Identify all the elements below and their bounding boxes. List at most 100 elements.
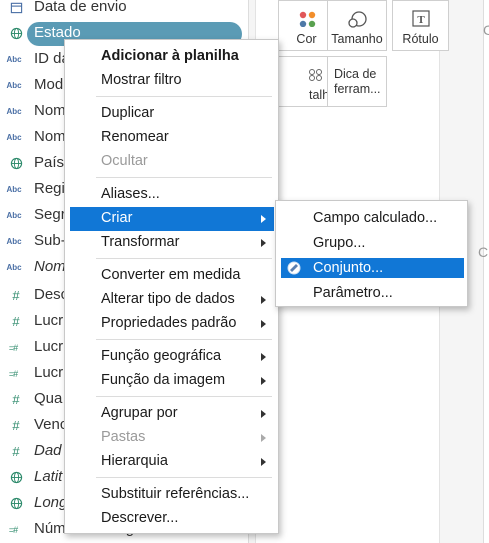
menu-item-ocultar: Ocultar [70,150,274,174]
submenu-arrow-icon [261,353,266,361]
menu-separator [96,177,272,178]
menu-item-label: Criar [101,210,133,226]
submenu-item-campo-calculado[interactable]: Campo calculado... [281,208,464,228]
size-mark-button[interactable]: Tamanho [327,0,387,51]
label-mark-button[interactable]: T Rótulo [392,0,449,51]
menu-item-label: Substituir referências... [101,486,250,502]
menu-item-label: Ocultar [101,153,148,169]
menu-item-descrever[interactable]: Descrever... [70,507,274,531]
globe-icon [8,496,24,512]
tooltip-mark-button[interactable]: Dica de ferram... [327,56,387,107]
field-name: Latit [34,468,63,485]
field-name: Sub- [34,232,66,249]
calc-icon: =# [8,525,18,535]
color-mark-label: Cor [296,32,317,46]
globe-icon [8,26,24,42]
submenu-item-label: Conjunto... [313,260,384,276]
menu-item-funcao-geografica[interactable]: Função geográfica [70,345,274,369]
field-name: Long [34,494,68,511]
abc-icon: Abc [6,263,22,272]
submenu-arrow-icon [261,458,266,466]
field-name: Lucr [34,364,64,381]
submenu-arrow-icon [261,320,266,328]
menu-item-label: Propriedades padrão [101,315,237,331]
field-name: Lucr [34,312,64,329]
field-name: Venc [34,416,68,433]
menu-item-label: Mostrar filtro [101,72,182,88]
field-name: Segr [34,206,66,223]
menu-item-substituir-referencias[interactable]: Substituir referências... [70,483,274,507]
menu-item-hierarquia[interactable]: Hierarquia [70,450,274,474]
field-context-menu: Adicionar à planilha Mostrar filtro Duplic… [64,39,279,534]
abc-icon: Abc [6,81,22,90]
field-name: Qua [34,390,63,407]
menu-item-renomear[interactable]: Renomear [70,126,274,150]
hash-icon: # [12,288,20,303]
menu-item-label: Função da imagem [101,372,226,388]
abc-icon: Abc [6,211,22,220]
menu-item-label: Transformar [101,234,180,250]
menu-separator [96,96,272,97]
field-name: Regi [34,180,65,197]
menu-item-duplicar[interactable]: Duplicar [70,102,274,126]
field-name: Nom [34,258,66,275]
menu-item-adicionar-a-planilha[interactable]: Adicionar à planilha [70,45,274,69]
size-icon [328,7,386,28]
submenu-item-parametro[interactable]: Parâmetro... [281,283,464,303]
menu-item-pastas: Pastas [70,426,274,450]
globe-icon [8,156,24,172]
menu-item-label: Adicionar à planilha [101,48,239,64]
menu-item-label: Pastas [101,429,146,445]
menu-item-propriedades-padrao[interactable]: Propriedades padrão [70,312,274,336]
submenu-item-label: Parâmetro... [313,285,393,301]
submenu-arrow-icon [261,410,266,418]
field-name: Dad [34,442,62,459]
menu-item-criar[interactable]: Criar [70,207,274,231]
menu-item-label: Descrever... [101,510,179,526]
menu-item-label: Renomear [101,129,169,145]
menu-item-mostrar-filtro[interactable]: Mostrar filtro [70,69,274,93]
abc-icon: Abc [6,107,22,116]
field-row[interactable]: Data de envio [0,0,248,21]
submenu-arrow-icon [261,215,266,223]
field-name: Mod [34,76,64,93]
svg-text:T: T [417,14,425,26]
label-mark-label: Rótulo [402,32,439,46]
color-dots-icon [279,7,334,28]
calc-icon: =# [8,343,18,353]
hash-icon: # [12,444,20,459]
menu-item-alterar-tipo-de-dados[interactable]: Alterar tipo de dados [70,288,274,312]
set-icon [287,261,301,275]
submenu-arrow-icon [261,239,266,247]
label-T-icon: T [393,7,448,27]
menu-item-label: Agrupar por [101,405,178,421]
field-name: Nom [34,102,66,119]
abc-icon: Abc [6,133,22,142]
submenu-item-grupo[interactable]: Grupo... [281,233,464,253]
submenu-item-conjunto[interactable]: Conjunto... [281,258,464,278]
tooltip-mark-label: Dica de ferram... [334,67,381,96]
calc-icon: =# [8,369,18,379]
abc-icon: Abc [6,237,22,246]
globe-icon [8,470,24,486]
menu-item-funcao-da-imagem[interactable]: Função da imagem [70,369,274,393]
size-mark-label: Tamanho [331,32,383,46]
edge-text-cid: Cid [478,244,489,260]
menu-item-agrupar-por[interactable]: Agrupar por [70,402,274,426]
menu-separator [96,477,272,478]
submenu-arrow-icon [261,377,266,385]
menu-item-converter-em-medida[interactable]: Converter em medida [70,264,274,288]
menu-item-label: Hierarquia [101,453,168,469]
field-name: Data de envio [34,0,127,15]
menu-item-label: Duplicar [101,105,155,121]
menu-item-transformar[interactable]: Transformar [70,231,274,255]
field-name: Nom [34,128,66,145]
abc-icon: Abc [6,185,22,194]
menu-separator [96,339,272,340]
right-panel-edge: C Cid [478,0,489,543]
create-submenu: Campo calculado... Grupo... Conjunto... Par… [275,200,468,307]
menu-item-aliases[interactable]: Aliases... [70,183,274,207]
submenu-item-label: Grupo... [313,235,366,251]
menu-separator [96,258,272,259]
hash-icon: # [12,418,20,433]
